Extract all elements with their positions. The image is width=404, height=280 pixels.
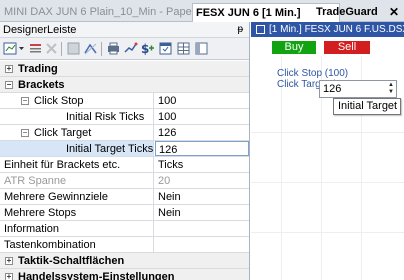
panel-icon[interactable]	[194, 41, 209, 56]
property-name: + Taktik-Schaltflächen	[0, 253, 249, 268]
property-name: Initial Target Ticks	[0, 141, 154, 156]
property-row[interactable]: − Click Stop 100	[0, 93, 249, 109]
property-value[interactable]: 126	[155, 141, 249, 156]
property-name: + Handelssystem-Einstellungen	[0, 269, 249, 280]
target-ticks-spinner[interactable]: 126 ▲ ▼	[319, 80, 397, 98]
expand-icon[interactable]: +	[5, 65, 13, 73]
grid-icon[interactable]	[66, 41, 81, 56]
buy-button[interactable]: Buy	[272, 41, 316, 54]
dollar-strategy-icon[interactable]: $	[140, 41, 155, 56]
property-label: Mehrere Stops	[4, 207, 77, 219]
property-row[interactable]: + Taktik-Schaltflächen	[0, 253, 249, 269]
designer-toolbar: $	[0, 38, 249, 60]
grid-line	[251, 132, 404, 133]
chart-title: [1 Min.] FESX JUN 6 F.US.DSX	[269, 24, 404, 35]
toolbar-separator	[101, 42, 102, 56]
sell-button[interactable]: Sell	[324, 41, 370, 54]
property-label: Mehrere Gewinnziele	[4, 191, 108, 203]
trend-line-icon[interactable]	[83, 41, 98, 56]
pin-icon[interactable]: ᵽ	[237, 22, 243, 38]
property-grid: + Trading − Brackets − Click Stop 100 Initial R…	[0, 61, 249, 280]
panel-title: DesignerLeiste	[3, 24, 77, 36]
svg-text:$: $	[141, 42, 149, 56]
toolbar-separator	[61, 42, 62, 56]
property-label: ATR Spanne	[4, 175, 67, 187]
property-name: Mehrere Stops	[0, 205, 154, 220]
property-label: Handelssystem-Einstellungen	[18, 271, 175, 280]
property-value[interactable]: Nein	[158, 205, 181, 220]
property-name: Information	[0, 221, 154, 236]
chart-panel: [1 Min.] FESX JUN 6 F.US.DSX Buy Sell Cl…	[251, 22, 404, 280]
property-row[interactable]: + Handelssystem-Einstellungen	[0, 269, 249, 280]
property-label: Click Target	[34, 127, 92, 139]
property-label: Einheit für Brackets etc.	[4, 159, 121, 171]
property-name: Einheit für Brackets etc.	[0, 157, 154, 172]
property-name: − Brackets	[0, 77, 249, 92]
property-name: Initial Risk Ticks	[0, 109, 154, 124]
property-label: Information	[4, 223, 60, 235]
property-label: Trading	[18, 63, 58, 75]
chart-header[interactable]: [1 Min.] FESX JUN 6 F.US.DSX	[251, 22, 404, 37]
tab-mini-dax[interactable]: MINI DAX JUN 6 Plain_10_Min - Paper	[4, 3, 195, 22]
target-ticks-value[interactable]: 126	[323, 83, 341, 95]
property-value[interactable]: Nein	[158, 189, 181, 204]
collapse-icon[interactable]: −	[5, 81, 13, 89]
spin-down-icon[interactable]: ▼	[388, 89, 394, 95]
property-row[interactable]: Tastenkombination	[0, 237, 249, 253]
property-row[interactable]: Initial Risk Ticks 100	[0, 109, 249, 125]
expand-icon[interactable]: +	[5, 273, 13, 280]
grid-line	[251, 182, 404, 183]
property-row[interactable]: Information	[0, 221, 249, 237]
property-row[interactable]: Mehrere Stops Nein	[0, 205, 249, 221]
tooltip: Initial Target ...	[333, 98, 401, 115]
chart-line-icon[interactable]	[123, 41, 138, 56]
click-stop-label: Click Stop (100)	[277, 68, 349, 79]
print-icon[interactable]	[106, 41, 121, 56]
add-indicator-icon[interactable]	[3, 41, 18, 56]
property-name: Tastenkombination	[0, 237, 154, 252]
list-icon[interactable]	[28, 41, 43, 56]
property-row[interactable]: − Click Target 126	[0, 125, 249, 141]
property-value[interactable]: 100	[158, 109, 176, 124]
property-label: Click Stop	[34, 95, 84, 107]
property-row[interactable]: + Trading	[0, 61, 249, 77]
property-row[interactable]: Mehrere Gewinnziele Nein	[0, 189, 249, 205]
delete-icon[interactable]	[44, 41, 59, 56]
grid-line	[251, 232, 404, 233]
dropdown-arrow-icon[interactable]	[18, 41, 25, 56]
designer-panel: DesignerLeiste ᵽ $ + Trading − Brackets − Cli…	[0, 22, 250, 280]
panel-header: DesignerLeiste ᵽ	[0, 22, 249, 38]
expand-icon[interactable]: +	[5, 257, 13, 265]
property-row[interactable]: Initial Target Ticks 126	[0, 141, 249, 157]
property-label: Initial Target Ticks	[66, 143, 154, 155]
tab-tradeguard[interactable]: TradeGuard	[316, 3, 378, 22]
property-name: ATR Spanne	[0, 173, 154, 188]
property-label: Brackets	[18, 79, 65, 91]
property-row[interactable]: Einheit für Brackets etc. Ticks	[0, 157, 249, 173]
property-name: − Click Target	[0, 125, 154, 140]
property-name: + Trading	[0, 61, 249, 76]
spin-up-icon[interactable]: ▲	[388, 82, 394, 88]
property-row[interactable]: − Brackets	[0, 77, 249, 93]
property-label: Initial Risk Ticks	[66, 111, 145, 123]
window-icon[interactable]	[158, 41, 173, 56]
property-value[interactable]: Ticks	[158, 157, 183, 172]
document-tab-bar: MINI DAX JUN 6 Plain_10_Min - Paper FESX…	[0, 0, 404, 22]
close-tab-button[interactable]: ✕	[389, 3, 399, 22]
property-value[interactable]: 20	[158, 173, 170, 188]
table-icon[interactable]	[176, 41, 191, 56]
property-name: Mehrere Gewinnziele	[0, 189, 154, 204]
property-value[interactable]: 126	[158, 125, 176, 140]
property-label: Taktik-Schaltflächen	[18, 255, 125, 267]
collapse-icon[interactable]: −	[21, 97, 29, 105]
collapse-icon[interactable]: −	[21, 129, 29, 137]
property-value[interactable]: 100	[158, 93, 176, 108]
minimize-box-icon[interactable]	[256, 25, 265, 34]
property-row[interactable]: ATR Spanne 20	[0, 173, 249, 189]
property-label: Tastenkombination	[4, 239, 96, 251]
property-name: − Click Stop	[0, 93, 154, 108]
